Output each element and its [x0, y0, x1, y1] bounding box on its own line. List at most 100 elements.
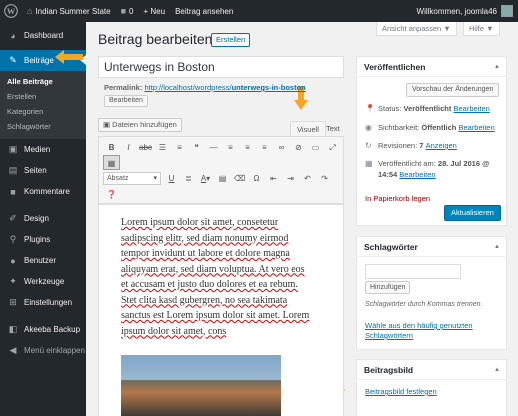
- align-right-icon[interactable]: ≡: [256, 140, 273, 155]
- horizontal-line-icon[interactable]: —: [205, 140, 222, 155]
- post-image[interactable]: [121, 355, 281, 416]
- submenu-tags[interactable]: Schlagwörter: [0, 119, 86, 134]
- editor-content[interactable]: Lorem ipsum dolor sit amet, consetetur s…: [98, 204, 344, 416]
- comment-icon: ■: [120, 6, 127, 16]
- sidebar-item-tools[interactable]: ✦ Werkzeuge: [0, 271, 86, 292]
- wordpress-logo-icon[interactable]: W: [0, 0, 22, 22]
- indent-icon[interactable]: ⇥: [282, 171, 299, 186]
- sidebar-item-users[interactable]: ● Benutzer: [0, 250, 86, 271]
- toolbar-toggle-icon[interactable]: ▦: [103, 155, 120, 170]
- read-more-icon[interactable]: ▭: [307, 140, 324, 155]
- permalink-link[interactable]: http://localhost/wordpress/unterwegs-in-…: [144, 83, 305, 92]
- posts-submenu: Alle Beiträge Erstellen Kategorien Schla…: [0, 71, 86, 139]
- permalink: Permalink: http://localhost/wordpress/un…: [104, 83, 306, 92]
- permalink-edit-button[interactable]: Bearbeiten: [104, 95, 148, 107]
- format-select[interactable]: Absatz ▾: [103, 172, 161, 185]
- annotation-arrow-icon: [55, 50, 83, 64]
- tags-box: Schlagwörter ▲ Hinzufügen Schlagwörter du…: [356, 236, 507, 350]
- media-icon: ▣: [103, 120, 113, 129]
- strikethrough-icon[interactable]: abc: [137, 140, 154, 155]
- preview-changes-button[interactable]: Vorschau der Änderungen: [406, 83, 500, 97]
- move-to-trash-link[interactable]: In Papierkorb legen: [365, 194, 430, 203]
- sidebar-item-dashboard[interactable]: ◕ Dashboard: [0, 25, 86, 46]
- sidebar-item-plugins[interactable]: ⚲ Plugins: [0, 229, 86, 250]
- admin-sidebar: ◕ Dashboard ✎ Beiträge Alle Beiträge Erste…: [0, 22, 86, 416]
- italic-icon[interactable]: I: [120, 140, 137, 155]
- status-edit-link[interactable]: Bearbeiten: [453, 104, 489, 113]
- calendar-icon: ▦: [365, 159, 373, 168]
- home-icon: ⌂: [27, 6, 33, 16]
- sidebar-item-media[interactable]: ▣ Medien: [0, 139, 86, 160]
- publish-box: Veröffentlichen ▲ Vorschau der Änderungen…: [356, 56, 507, 226]
- help-icon[interactable]: ❓: [103, 187, 120, 202]
- toggle-icon[interactable]: ▲: [494, 57, 500, 77]
- screen-options-tab[interactable]: Ansicht anpassen ▼: [376, 22, 457, 36]
- editor-toolbar: B I abc ☰ ≡ ❝ — ≡ ≡ ≡ ∞ ⊘ ▭ ⤢ ▦ Absatz ▾ …: [98, 136, 344, 204]
- align-left-icon[interactable]: ≡: [222, 140, 239, 155]
- unlink-icon[interactable]: ⊘: [290, 140, 307, 155]
- submenu-all-posts[interactable]: Alle Beiträge: [0, 74, 86, 89]
- sidebar-item-settings[interactable]: ⊞ Einstellungen: [0, 292, 86, 313]
- redo-icon[interactable]: ↷: [316, 171, 333, 186]
- numbered-list-icon[interactable]: ≡: [171, 140, 188, 155]
- sidebar-item-akeeba[interactable]: ◧ Akeeba Backup: [0, 319, 86, 340]
- users-icon: ●: [10, 255, 16, 266]
- choose-tags-link[interactable]: Wähle aus den häufig genutzten Schlagwör…: [365, 321, 473, 341]
- submenu-add-new[interactable]: Erstellen: [0, 89, 86, 104]
- help-tab[interactable]: Hilfe ▼: [463, 22, 500, 36]
- dashboard-icon: ◕: [10, 30, 16, 41]
- tags-box-title: Schlagwörter: [364, 242, 418, 252]
- post-body-text: Lorem ipsum dolor sit amet, consetetur s…: [121, 217, 310, 337]
- pages-icon: ▤: [8, 165, 18, 175]
- bold-icon[interactable]: B: [103, 140, 120, 155]
- special-char-icon[interactable]: Ω: [248, 171, 265, 186]
- chevron-down-icon: ▾: [153, 175, 157, 182]
- fullscreen-icon[interactable]: ⤢: [324, 140, 341, 155]
- underline-icon[interactable]: U: [163, 171, 180, 186]
- pin-icon: ✎: [9, 55, 17, 65]
- text-color-icon[interactable]: A▾: [197, 171, 214, 186]
- tag-input[interactable]: [365, 264, 461, 279]
- collapse-menu-button[interactable]: ◀ Menü einklappen: [0, 340, 86, 361]
- svg-text:W: W: [7, 7, 16, 16]
- align-center-icon[interactable]: ≡: [239, 140, 256, 155]
- admin-bar: W ⌂ Indian Summer State ■ 0 + Neu Beitrag …: [0, 0, 518, 22]
- collapse-icon: ◀: [9, 345, 17, 355]
- date-edit-link[interactable]: Bearbeiten: [399, 170, 435, 179]
- account-menu[interactable]: Willkommen, joomla46: [412, 0, 518, 22]
- post-title-input[interactable]: [98, 56, 344, 78]
- sidebar-item-design[interactable]: ✐ Design: [0, 208, 86, 229]
- visibility-edit-link[interactable]: Bearbeiten: [458, 123, 494, 132]
- clear-format-icon[interactable]: ⌫: [231, 171, 248, 186]
- settings-icon: ⊞: [9, 297, 17, 307]
- bullet-list-icon[interactable]: ☰: [154, 140, 171, 155]
- justify-icon[interactable]: ≣: [180, 171, 197, 186]
- plugin-icon: ⚲: [9, 234, 17, 244]
- update-button[interactable]: Aktualisieren: [444, 205, 501, 221]
- link-icon[interactable]: ∞: [273, 140, 290, 155]
- outdent-icon[interactable]: ⇤: [265, 171, 282, 186]
- comments-link[interactable]: ■ 0: [116, 0, 139, 22]
- pin-icon: 📍: [365, 104, 375, 113]
- eye-icon: ◉: [365, 123, 372, 132]
- tab-text[interactable]: Text: [320, 121, 346, 136]
- toggle-icon[interactable]: ▲: [494, 360, 500, 380]
- revisions-link[interactable]: Anzeigen: [426, 141, 457, 150]
- paste-text-icon[interactable]: ▤: [214, 171, 231, 186]
- set-featured-image-link[interactable]: Beitragsbild festlegen: [365, 387, 437, 396]
- add-new-button[interactable]: Erstellen: [211, 33, 251, 47]
- sidebar-item-comments[interactable]: ■ Kommentare: [0, 181, 86, 202]
- featured-image-title: Beitragsbild: [364, 365, 414, 375]
- blockquote-icon[interactable]: ❝: [188, 140, 205, 155]
- add-media-button[interactable]: ▣ Dateien hinzufügen: [98, 118, 182, 132]
- new-content-link[interactable]: + Neu: [138, 0, 170, 22]
- undo-icon[interactable]: ↶: [299, 171, 316, 186]
- toggle-icon[interactable]: ▲: [494, 237, 500, 257]
- add-tag-button[interactable]: Hinzufügen: [365, 281, 411, 294]
- sidebar-item-pages[interactable]: ▤ Seiten: [0, 160, 86, 181]
- backup-icon: ◧: [8, 324, 18, 334]
- site-name-link[interactable]: ⌂ Indian Summer State: [22, 0, 116, 22]
- view-post-link[interactable]: Beitrag ansehen: [170, 0, 238, 22]
- submenu-categories[interactable]: Kategorien: [0, 104, 86, 119]
- page-title: Beitrag bearbeiten: [98, 31, 213, 47]
